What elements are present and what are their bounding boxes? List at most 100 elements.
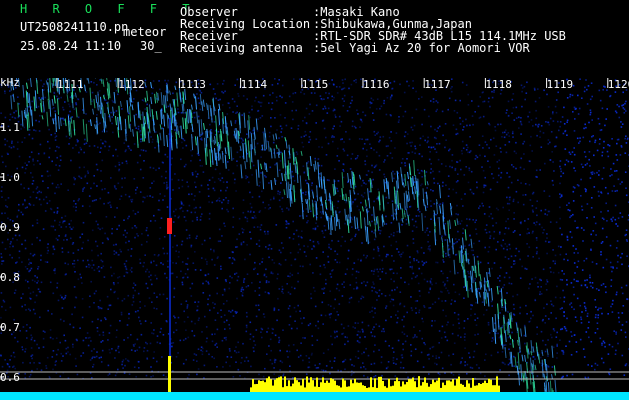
noise-speck: [485, 309, 488, 311]
noise-speck: [56, 95, 58, 98]
noise-speck: [204, 274, 207, 276]
noise-speck: [258, 211, 261, 213]
noise-speck: [422, 264, 424, 266]
noise-speck: [461, 357, 463, 359]
noise-speck: [68, 137, 71, 140]
noise-speck: [107, 191, 110, 194]
noise-speck: [125, 267, 127, 269]
noise-speck: [140, 133, 142, 136]
noise-speck: [547, 143, 550, 145]
noise-speck: [606, 220, 608, 222]
noise-speck: [609, 94, 612, 97]
power-bar: [314, 386, 316, 392]
noise-speck: [381, 259, 383, 262]
noise-speck: [501, 325, 504, 327]
noise-speck: [213, 121, 216, 123]
noise-speck: [602, 266, 605, 269]
noise-speck: [385, 307, 387, 309]
noise-speck: [4, 212, 6, 214]
noise-speck: [268, 135, 271, 138]
noise-speck: [428, 245, 430, 248]
noise-speck: [410, 296, 412, 298]
noise-speck: [319, 273, 322, 276]
noise-speck: [10, 146, 13, 149]
noise-speck: [364, 163, 367, 166]
noise-speck: [616, 291, 618, 294]
noise-speck: [612, 299, 614, 302]
noise-speck: [511, 164, 513, 166]
noise-speck: [159, 293, 161, 296]
noise-speck: [142, 200, 144, 203]
noise-speck: [438, 356, 440, 359]
noise-speck: [338, 261, 341, 264]
noise-speck: [373, 268, 376, 271]
noise-speck: [98, 357, 101, 359]
noise-speck: [444, 283, 446, 285]
noise-speck: [294, 258, 296, 261]
noise-speck: [528, 121, 530, 123]
noise-speck: [444, 123, 447, 125]
noise-speck: [177, 111, 180, 114]
noise-speck: [264, 367, 266, 370]
power-bar: [268, 376, 270, 392]
noise-speck: [190, 193, 193, 195]
noise-speck: [174, 173, 176, 175]
noise-speck: [255, 315, 258, 318]
noise-speck: [549, 141, 551, 144]
noise-speck: [444, 146, 446, 149]
noise-speck: [350, 83, 353, 86]
noise-speck: [225, 361, 227, 364]
noise-speck: [542, 132, 545, 134]
noise-speck: [255, 216, 257, 219]
noise-speck: [454, 167, 457, 170]
noise-speck: [390, 233, 393, 236]
noise-speck: [336, 283, 339, 286]
noise-speck: [64, 296, 66, 299]
noise-speck: [532, 211, 534, 213]
noise-speck: [146, 195, 149, 197]
noise-speck: [49, 329, 52, 331]
noise-speck: [391, 94, 393, 97]
noise-speck: [207, 281, 209, 284]
noise-speck: [442, 134, 444, 137]
noise-speck: [372, 119, 375, 121]
noise-speck: [173, 315, 175, 317]
noise-speck: [216, 292, 218, 295]
noise-speck: [246, 315, 248, 318]
noise-speck: [31, 176, 34, 179]
noise-speck: [590, 82, 593, 84]
noise-speck: [605, 291, 607, 294]
noise-speck: [546, 280, 549, 283]
noise-speck: [447, 108, 449, 111]
noise-speck: [117, 254, 120, 256]
noise-speck: [304, 337, 306, 339]
noise-speck: [141, 233, 143, 235]
noise-speck: [463, 327, 465, 329]
noise-speck: [184, 337, 187, 340]
noise-speck: [118, 276, 121, 278]
noise-speck: [74, 271, 76, 273]
noise-speck: [89, 336, 91, 339]
noise-speck: [87, 337, 90, 339]
noise-speck: [311, 182, 313, 184]
noise-speck: [336, 311, 338, 313]
noise-speck: [59, 221, 61, 224]
noise-speck: [310, 354, 313, 356]
noise-speck: [175, 322, 177, 324]
noise-speck: [571, 373, 574, 376]
noise-speck: [508, 202, 511, 205]
noise-speck: [495, 145, 498, 147]
noise-speck: [411, 309, 414, 312]
noise-speck: [595, 234, 597, 236]
noise-speck: [259, 117, 262, 119]
noise-speck: [302, 120, 304, 122]
noise-speck: [91, 229, 94, 232]
noise-speck: [417, 215, 420, 217]
noise-speck: [344, 358, 347, 361]
noise-speck: [194, 251, 196, 253]
noise-speck: [240, 243, 243, 246]
noise-speck: [132, 296, 134, 299]
noise-speck: [9, 254, 11, 256]
noise-speck: [111, 232, 113, 235]
noise-speck: [115, 188, 117, 190]
